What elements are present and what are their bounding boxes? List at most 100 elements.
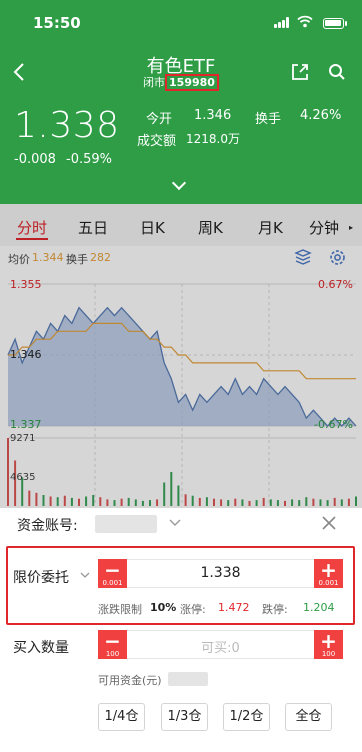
signal-icon	[274, 17, 290, 28]
volume-bar	[78, 498, 80, 506]
active-tab-underline	[16, 238, 48, 240]
available-funds-label: 可用资金(元)	[98, 674, 162, 687]
volume-bar	[14, 460, 17, 506]
volume-bar	[170, 472, 173, 506]
stock-header: 15:50 有色ETF 闭市 159980 1.338 -0.008 -0.59%…	[0, 0, 362, 204]
account-number-redacted[interactable]	[95, 515, 157, 533]
volume-bar	[141, 500, 144, 506]
chart-turnover-label: 换手	[66, 253, 88, 266]
chart-turnover-value: 282	[90, 251, 111, 264]
share-icon[interactable]	[291, 63, 309, 81]
quantity-decrease-button[interactable]: − 100	[98, 630, 127, 659]
price-step-label: 0.001	[102, 579, 123, 587]
layers-icon[interactable]	[294, 248, 312, 266]
open-value: 1.346	[194, 108, 232, 123]
full-position-button[interactable]: 全仓	[285, 703, 332, 731]
volume-bar	[347, 498, 350, 506]
volume-bar	[191, 495, 194, 506]
volume-bar	[92, 495, 95, 506]
market-status: 闭市	[143, 76, 166, 89]
search-icon[interactable]	[328, 63, 346, 81]
avg-price-value: 1.344	[32, 251, 64, 264]
current-price: 1.338	[14, 105, 120, 146]
volume-bar	[262, 497, 265, 506]
volume-bar	[241, 499, 244, 506]
price-change-pct: -0.59%	[66, 152, 112, 167]
turnover-label: 换手	[255, 112, 282, 127]
tab-intraday[interactable]: 分时	[17, 217, 47, 238]
quarter-position-button[interactable]: 1/4仓	[98, 703, 145, 731]
close-icon[interactable]	[322, 516, 336, 530]
quantity-placeholder: 可买:0	[201, 641, 240, 656]
volume-bar	[177, 485, 180, 506]
price-increase-button[interactable]: + 0.001	[314, 559, 343, 588]
volume-bar	[205, 497, 208, 506]
settings-gear-icon[interactable]	[328, 248, 347, 267]
price-step-label-plus: 0.001	[318, 579, 339, 587]
volume-bar	[163, 482, 166, 506]
quantity-label: 买入数量	[13, 640, 69, 656]
tab-weekly-k[interactable]: 周K	[198, 217, 223, 238]
tab-minute[interactable]: 分钟	[309, 217, 339, 238]
tab-monthly-k[interactable]: 月K	[258, 217, 283, 238]
volume-bar	[49, 496, 52, 506]
intraday-chart	[7, 283, 357, 506]
available-funds-redacted	[168, 672, 208, 686]
volume-bar	[312, 498, 315, 506]
quantity-input[interactable]: 可买:0	[127, 630, 314, 659]
limit-up-value: 1.472	[218, 601, 250, 614]
volume-bar	[340, 499, 343, 506]
battery-tip	[345, 21, 347, 26]
volume-bar	[106, 499, 109, 506]
account-dropdown-icon[interactable]	[169, 518, 181, 527]
volume-bar	[284, 500, 286, 506]
volume-bar	[28, 490, 31, 506]
account-label: 资金账号:	[17, 518, 78, 534]
chart-high-pct: 0.67%	[318, 278, 353, 291]
volume-value: 1218.0万	[186, 132, 240, 146]
tab-five-day[interactable]: 五日	[78, 217, 108, 238]
order-type-label[interactable]: 限价委托	[13, 567, 69, 587]
price-decrease-button[interactable]: − 0.001	[98, 559, 127, 588]
volume-bar	[113, 500, 116, 506]
volume-bar	[127, 497, 130, 506]
price-change: -0.008	[14, 152, 56, 167]
half-position-button[interactable]: 1/2仓	[223, 703, 270, 731]
avg-price-label: 均价	[8, 253, 30, 266]
chart-low-label: 1.337	[10, 418, 42, 431]
volume-bar	[184, 494, 187, 506]
volume-bar	[134, 499, 137, 506]
volume-bar	[227, 500, 230, 506]
volume-mid-label: 4635	[10, 472, 36, 483]
order-type-dropdown-icon[interactable]	[80, 571, 90, 579]
wifi-icon	[297, 15, 313, 28]
volume-bar	[319, 499, 322, 506]
chart-tabs: 分时 五日 日K 周K 月K 分钟 ▸	[0, 204, 362, 246]
volume-bar	[85, 496, 88, 506]
minus-icon: −	[104, 558, 121, 582]
volume-bar	[333, 497, 336, 506]
tab-daily-k[interactable]: 日K	[140, 217, 165, 238]
volume-bar	[149, 500, 151, 506]
limit-label: 涨跌限制	[98, 603, 142, 616]
volume-bar	[56, 497, 59, 506]
volume-bar	[99, 497, 102, 506]
qty-step-label-plus: 100	[321, 650, 336, 658]
expand-chevron-icon[interactable]	[171, 175, 187, 191]
volume-bar	[291, 499, 294, 506]
prev-close-label: 1.346	[10, 348, 42, 361]
turnover-value: 4.26%	[300, 108, 342, 123]
tab-minute-dropdown-icon[interactable]: ▸	[349, 223, 353, 232]
volume-bar	[220, 499, 223, 506]
quantity-increase-button[interactable]: + 100	[314, 630, 343, 659]
stock-code: 159980	[165, 74, 219, 91]
plus-icon: +	[320, 558, 337, 582]
volume-bar	[248, 500, 251, 506]
battery-icon	[323, 18, 344, 29]
volume-bar	[156, 499, 159, 506]
price-input[interactable]: 1.338	[127, 559, 314, 588]
plus-icon: +	[320, 629, 337, 653]
volume-bar	[63, 495, 66, 506]
volume-bar	[305, 497, 308, 506]
third-position-button[interactable]: 1/3仓	[161, 703, 208, 731]
